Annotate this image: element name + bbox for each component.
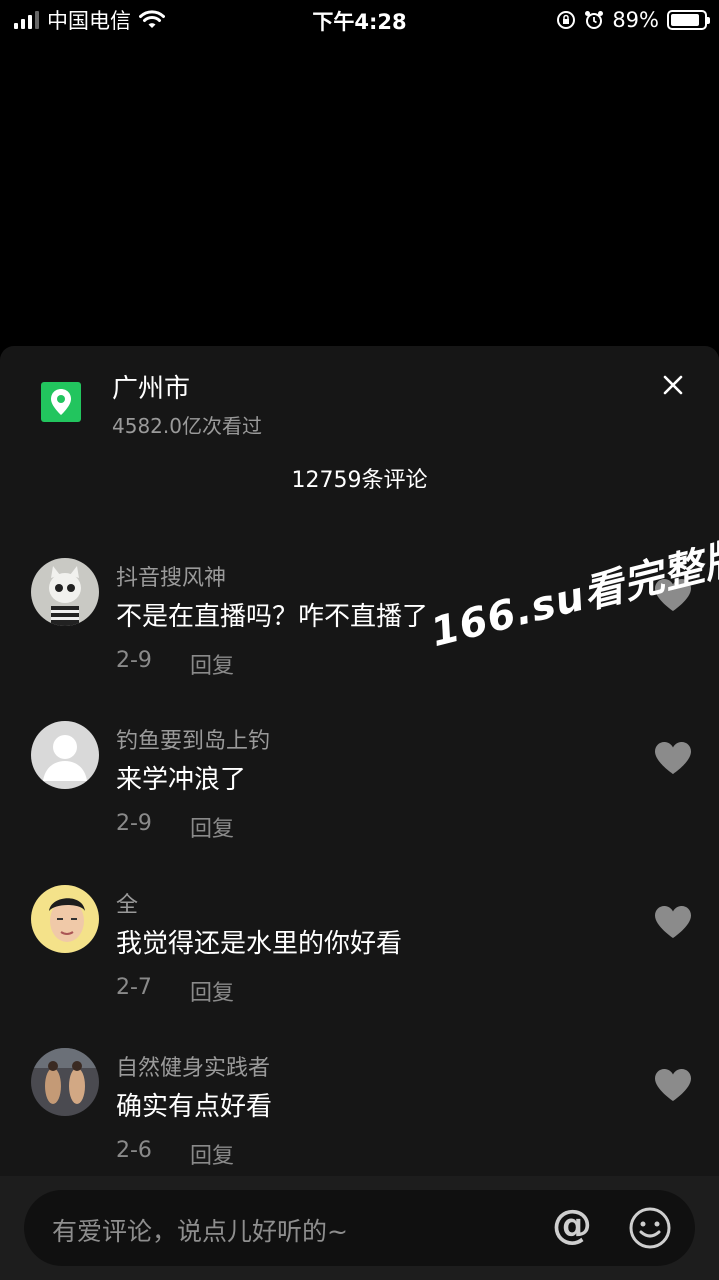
comment-input-placeholder[interactable]: 有爱评论，说点儿好听的~ xyxy=(52,1212,348,1248)
comment-input-bar: 有爱评论，说点儿好听的~ @ xyxy=(0,1176,719,1280)
comment-date: 2-7 xyxy=(116,975,152,1000)
comment-username[interactable]: 抖音搜风神 xyxy=(116,560,226,592)
comment-item: 全 我觉得还是水里的你好看 2-7 回复 xyxy=(0,885,719,1025)
status-left: 中国电信 xyxy=(14,5,165,35)
heart-icon[interactable] xyxy=(654,1068,692,1102)
battery-fill xyxy=(671,14,700,26)
heart-icon[interactable] xyxy=(654,905,692,939)
close-icon[interactable] xyxy=(663,375,683,395)
comment-text: 我觉得还是水里的你好看 xyxy=(116,929,403,959)
comment-text: 不是在直播吗？咋不直播了 xyxy=(116,602,429,632)
carrier-label: 中国电信 xyxy=(47,9,131,33)
reply-button[interactable]: 回复 xyxy=(190,975,234,1007)
avatar[interactable] xyxy=(31,558,99,626)
location-pin-icon xyxy=(41,382,81,422)
reply-button[interactable]: 回复 xyxy=(190,811,234,843)
comment-date: 2-9 xyxy=(116,648,152,673)
reply-button[interactable]: 回复 xyxy=(190,648,234,680)
comment-username[interactable]: 钓鱼要到岛上钓 xyxy=(116,723,270,755)
comment-date: 2-6 xyxy=(116,1138,152,1163)
status-right: 89% xyxy=(556,8,710,32)
mention-button[interactable]: @ xyxy=(552,1202,592,1248)
comment-username[interactable]: 全 xyxy=(116,887,138,919)
comment-item: 自然健身实践者 确实有点好看 2-6 回复 xyxy=(0,1048,719,1188)
comment-username[interactable]: 自然健身实践者 xyxy=(116,1050,270,1082)
battery-icon xyxy=(667,10,710,30)
avatar[interactable] xyxy=(31,885,99,953)
avatar[interactable] xyxy=(31,1048,99,1116)
orientation-lock-icon xyxy=(557,11,576,29)
status-bar: 中国电信 下午4:28 89% xyxy=(0,0,719,40)
wifi-icon xyxy=(139,10,165,28)
comment-count: 12759条评论 xyxy=(291,468,428,493)
comment-text: 来学冲浪了 xyxy=(116,765,247,795)
heart-icon[interactable] xyxy=(654,741,692,775)
location-title[interactable]: 广州市 xyxy=(112,368,190,405)
comment-item: 钓鱼要到岛上钓 来学冲浪了 2-9 回复 xyxy=(0,721,719,861)
comment-input[interactable]: 有爱评论，说点儿好听的~ @ xyxy=(24,1190,695,1266)
avatar[interactable] xyxy=(31,721,99,789)
emoji-icon[interactable] xyxy=(628,1206,672,1250)
comment-text: 确实有点好看 xyxy=(116,1092,273,1122)
close-button[interactable] xyxy=(656,368,690,402)
battery-percent: 89% xyxy=(612,8,659,32)
signal-icon xyxy=(14,11,39,29)
alarm-icon xyxy=(585,11,604,29)
reply-button[interactable]: 回复 xyxy=(190,1138,234,1170)
location-views: 4582.0亿次看过 xyxy=(112,414,262,438)
comment-date: 2-9 xyxy=(116,811,152,836)
